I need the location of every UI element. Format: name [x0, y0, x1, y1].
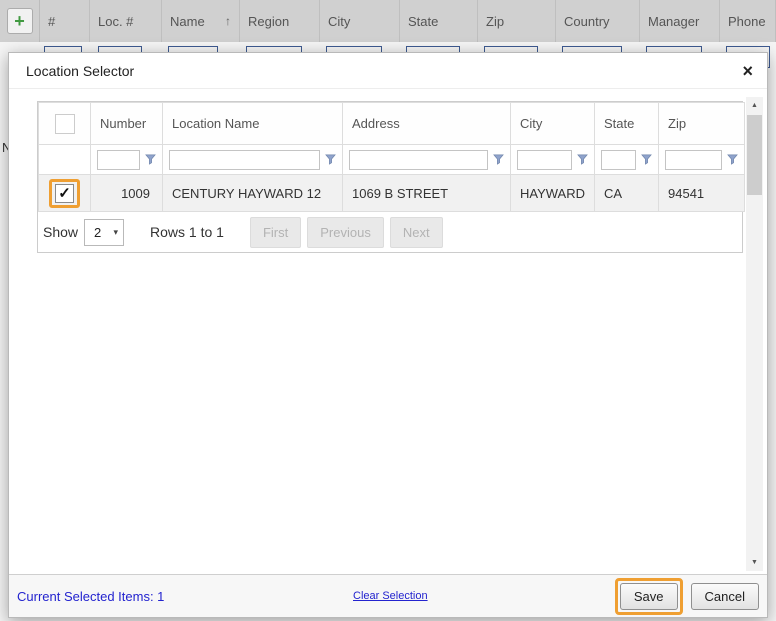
- grid-filter-row: [39, 145, 745, 175]
- rows-range-label: Rows 1 to 1: [150, 224, 224, 240]
- chevron-down-icon: ▾: [114, 227, 124, 238]
- location-grid: Number Location Name Address City State …: [37, 101, 743, 253]
- filter-funnel-icon[interactable]: [493, 154, 504, 165]
- cell-number: 1009: [91, 175, 163, 212]
- scroll-up-icon[interactable]: ▲: [746, 97, 763, 114]
- next-page-button[interactable]: Next: [390, 217, 443, 248]
- select-all-header: [39, 103, 91, 145]
- save-highlight: Save: [615, 578, 683, 615]
- filter-cell-empty: [39, 145, 91, 175]
- column-header-city[interactable]: City: [511, 103, 595, 145]
- cancel-button[interactable]: Cancel: [691, 583, 759, 610]
- cell-state: CA: [595, 175, 659, 212]
- filter-input-location-name[interactable]: [169, 150, 320, 170]
- filter-funnel-icon[interactable]: [641, 154, 652, 165]
- vertical-scrollbar[interactable]: ▲ ▼: [746, 97, 763, 571]
- page-size-select[interactable]: 2 ▾: [84, 219, 124, 246]
- clear-selection-link[interactable]: Clear Selection: [353, 590, 428, 602]
- page: + # Loc. # Name↑ Region City State Zip C…: [0, 0, 776, 621]
- column-header-zip[interactable]: Zip: [659, 103, 745, 145]
- filter-funnel-icon[interactable]: [727, 154, 738, 165]
- filter-input-address[interactable]: [349, 150, 488, 170]
- modal-title: Location Selector: [26, 63, 134, 79]
- selected-items-label: Current Selected Items: 1: [15, 589, 164, 604]
- selection-highlight: ✓: [49, 179, 80, 208]
- modal-footer: Current Selected Items: 1 Clear Selectio…: [9, 574, 767, 617]
- filter-input-zip[interactable]: [665, 150, 722, 170]
- row-checkbox[interactable]: ✓: [55, 184, 74, 203]
- column-header-state[interactable]: State: [595, 103, 659, 145]
- modal-header: Location Selector ×: [9, 53, 767, 89]
- select-all-checkbox[interactable]: [55, 114, 75, 134]
- cell-address: 1069 B STREET: [343, 175, 511, 212]
- page-size-value: 2: [85, 225, 113, 240]
- filter-funnel-icon[interactable]: [325, 154, 336, 165]
- close-icon[interactable]: ×: [742, 62, 753, 80]
- row-checkbox-cell: ✓: [39, 175, 91, 212]
- column-header-address[interactable]: Address: [343, 103, 511, 145]
- filter-funnel-icon[interactable]: [145, 154, 156, 165]
- filter-input-number[interactable]: [97, 150, 140, 170]
- checkmark-icon: ✓: [58, 184, 71, 202]
- column-header-location-name[interactable]: Location Name: [163, 103, 343, 145]
- filter-funnel-icon[interactable]: [577, 154, 588, 165]
- show-label: Show: [43, 224, 78, 240]
- scrollbar-thumb[interactable]: [747, 115, 762, 195]
- scroll-down-icon[interactable]: ▼: [746, 554, 763, 571]
- pagination-bar: Show 2 ▾ Rows 1 to 1 First Previous Next: [38, 212, 742, 252]
- location-selector-modal: Location Selector × Number Location Name…: [8, 52, 768, 618]
- modal-body: Number Location Name Address City State …: [9, 89, 767, 574]
- cell-location-name: CENTURY HAYWARD 12: [163, 175, 343, 212]
- save-button[interactable]: Save: [620, 583, 678, 610]
- cell-zip: 94541: [659, 175, 745, 212]
- cell-city: HAYWARD: [511, 175, 595, 212]
- first-page-button[interactable]: First: [250, 217, 301, 248]
- previous-page-button[interactable]: Previous: [307, 217, 384, 248]
- filter-input-city[interactable]: [517, 150, 572, 170]
- table-row[interactable]: ✓ 1009 CENTURY HAYWARD 12 1069 B STREET …: [39, 175, 745, 212]
- column-header-number[interactable]: Number: [91, 103, 163, 145]
- grid-header-row: Number Location Name Address City State …: [39, 103, 745, 145]
- filter-input-state[interactable]: [601, 150, 636, 170]
